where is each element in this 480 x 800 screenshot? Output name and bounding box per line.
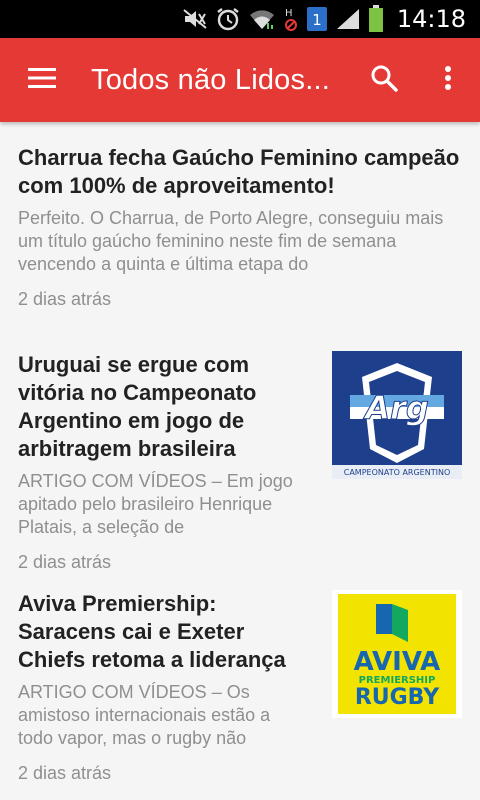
article-title: Aviva Premiership: Saracens cai e Exeter… — [18, 591, 286, 672]
article-thumbnail: Arg CAMPEONATO ARGENTINO — [332, 351, 462, 479]
svg-text:AVIVA: AVIVA — [354, 647, 441, 677]
page-title: Todos não Lidos... — [91, 64, 330, 96]
signal-icon — [335, 7, 361, 31]
article-time: 2 dias atrás — [18, 289, 112, 309]
search-icon — [370, 64, 398, 97]
article-title: Charrua fecha Gaúcho Feminino campeão co… — [18, 145, 460, 198]
article-item[interactable]: Aviva Premiership: Saracens cai e Exeter… — [0, 568, 480, 784]
mute-icon — [182, 8, 208, 30]
article-thumbnail: AVIVA PREMIERSHIP RUGBY — [332, 590, 462, 718]
notification-count: 1 — [312, 11, 322, 29]
more-vert-icon — [444, 65, 452, 96]
article-list: Charrua fecha Gaúcho Feminino campeão co… — [0, 122, 480, 800]
article-excerpt: ARTIGO COM VÍDEOS – Em jogo apitado pelo… — [18, 471, 293, 537]
article-item[interactable]: Charrua fecha Gaúcho Feminino campeão co… — [0, 122, 480, 329]
battery-icon — [368, 5, 384, 33]
app-bar: Todos não Lidos... — [0, 38, 480, 122]
alarm-icon — [215, 7, 241, 31]
aviva-premiership-logo: AVIVA PREMIERSHIP RUGBY — [332, 590, 462, 718]
clock: 14:18 — [396, 5, 466, 33]
status-icons: H 1 14:18 — [182, 0, 480, 38]
svg-text:RUGBY: RUGBY — [355, 685, 440, 710]
no-data-icon: H — [283, 6, 299, 32]
campeonato-argentino-logo: Arg CAMPEONATO ARGENTINO — [332, 351, 462, 479]
hamburger-icon — [28, 67, 56, 94]
article-time: 2 dias atrás — [18, 763, 112, 783]
menu-button[interactable] — [14, 60, 70, 100]
overflow-menu-button[interactable] — [428, 60, 468, 100]
notification-badge-icon: 1 — [306, 6, 328, 32]
search-button[interactable] — [364, 60, 404, 100]
svg-text:CAMPEONATO ARGENTINO: CAMPEONATO ARGENTINO — [344, 468, 451, 477]
article-excerpt: Perfeito. O Charrua, de Porto Alegre, co… — [18, 208, 444, 274]
wifi-icon — [248, 7, 276, 31]
article-title: Uruguai se ergue com vitória no Campeona… — [18, 352, 257, 461]
svg-text:Arg: Arg — [362, 389, 428, 427]
svg-text:H: H — [285, 8, 293, 19]
article-excerpt: ARTIGO COM VÍDEOS – Os amistoso internac… — [18, 682, 271, 748]
article-item[interactable]: Uruguai se ergue com vitória no Campeona… — [0, 329, 480, 572]
status-bar: H 1 14:18 — [0, 0, 480, 38]
